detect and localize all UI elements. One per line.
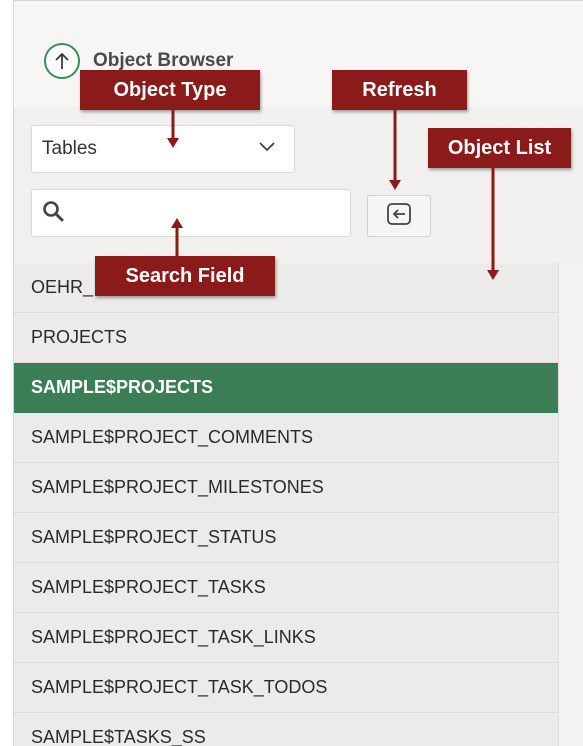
chevron-down-icon — [258, 140, 276, 158]
object-list-callout: Object List — [428, 128, 571, 168]
object-browser-panel: Object Browser Tables OEHR_ PROJECTS SAM… — [13, 0, 583, 746]
refresh-icon — [385, 200, 413, 233]
arrow-up-circle-icon[interactable] — [44, 43, 80, 79]
object-type-value: Tables — [42, 138, 97, 159]
object-type-arrow — [167, 110, 179, 148]
panel-title: Object Browser — [93, 50, 234, 71]
refresh-callout: Refresh — [332, 70, 467, 110]
list-item[interactable]: SAMPLE$PROJECT_TASK_TODOS — [14, 663, 558, 713]
list-item[interactable]: SAMPLE$PROJECTS — [14, 363, 558, 413]
search-field-callout: Search Field — [95, 256, 275, 296]
object-list: OEHR_ PROJECTS SAMPLE$PROJECTS SAMPLE$PROJE… — [14, 263, 558, 746]
list-item[interactable]: SAMPLE$PROJECT_COMMENTS — [14, 413, 558, 463]
refresh-arrow — [389, 110, 401, 190]
list-item[interactable]: SAMPLE$PROJECT_TASK_LINKS — [14, 613, 558, 663]
search-field[interactable] — [31, 189, 351, 237]
search-field-arrow — [171, 218, 183, 258]
object-list-arrow — [487, 168, 499, 280]
object-type-callout: Object Type — [80, 70, 260, 110]
list-item[interactable]: PROJECTS — [14, 313, 558, 363]
search-icon — [42, 200, 64, 227]
list-item[interactable]: SAMPLE$PROJECT_TASKS — [14, 563, 558, 613]
list-item[interactable]: SAMPLE$PROJECT_MILESTONES — [14, 463, 558, 513]
search-input[interactable] — [72, 193, 350, 233]
list-item[interactable]: SAMPLE$PROJECT_STATUS — [14, 513, 558, 563]
list-item[interactable]: SAMPLE$TASKS_SS — [14, 713, 558, 746]
list-scrollbar[interactable] — [558, 263, 583, 746]
object-type-select[interactable]: Tables — [31, 125, 295, 173]
refresh-button[interactable] — [367, 195, 431, 237]
